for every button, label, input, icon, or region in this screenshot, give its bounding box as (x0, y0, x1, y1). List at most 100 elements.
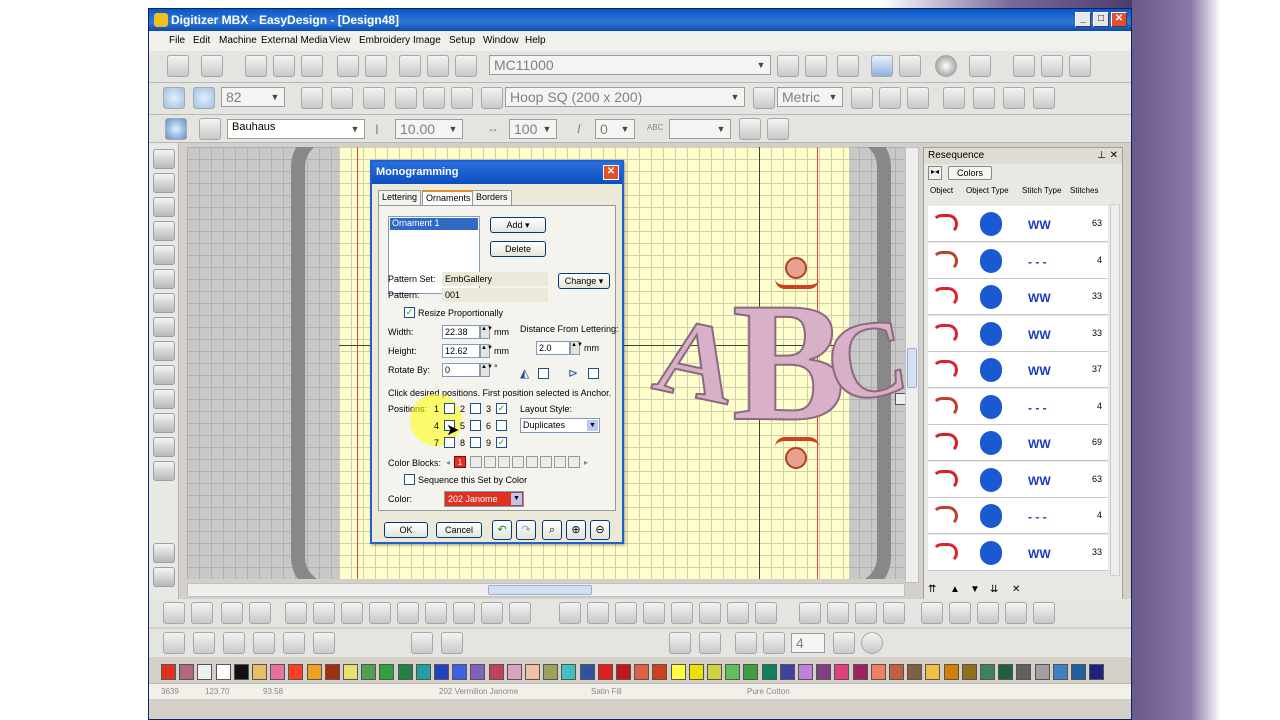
menu-setup[interactable]: Setup (449, 35, 475, 46)
slant-input[interactable]: 0 ▼ (595, 119, 635, 139)
color-block-1[interactable]: 1 (454, 456, 466, 468)
align-tool-4-icon[interactable] (883, 602, 905, 624)
close-icon[interactable]: ✕ (1110, 150, 1118, 161)
move-up-icon[interactable]: ▲ (950, 584, 960, 595)
move-first-icon[interactable]: ⇈ (928, 584, 936, 595)
resequence-row[interactable]: WW 33 (928, 315, 1108, 352)
palette-swatch[interactable] (1034, 664, 1050, 680)
hand-tool-icon[interactable] (163, 602, 185, 624)
tag-icon[interactable] (969, 55, 991, 77)
satin-icon[interactable] (153, 197, 175, 217)
palette-swatch[interactable] (925, 664, 941, 680)
change-button[interactable]: Change ▾ (558, 273, 610, 289)
pin-icon[interactable]: ⊥ (1097, 150, 1106, 161)
color-block-empty[interactable] (470, 456, 482, 468)
shield-icon[interactable] (451, 87, 473, 109)
palette-swatch[interactable] (725, 664, 741, 680)
palette-swatch[interactable] (561, 664, 577, 680)
u-shape-icon[interactable] (397, 602, 419, 624)
palette-swatch[interactable] (798, 664, 813, 680)
palette-swatch[interactable] (779, 664, 795, 680)
link-icon[interactable] (643, 602, 665, 624)
send-icon[interactable] (805, 55, 827, 77)
flower-icon[interactable] (735, 632, 757, 654)
collapse-icon[interactable]: ▸◂ (928, 166, 942, 180)
mirror-horizontal-checkbox[interactable] (538, 368, 549, 379)
palette-swatch[interactable] (470, 664, 486, 680)
circle-rotate-icon[interactable] (671, 602, 693, 624)
check-icon[interactable] (861, 632, 883, 654)
palette-swatch[interactable] (488, 664, 504, 680)
scroll-thumb[interactable] (488, 585, 592, 595)
align-tool-9-icon[interactable] (1033, 602, 1055, 624)
position-checkbox[interactable] (470, 403, 481, 414)
rectangle-icon[interactable] (153, 245, 175, 265)
resequence-row[interactable]: WW 33 (928, 279, 1108, 315)
text-height-input[interactable]: 10.00 ▼ (395, 119, 463, 139)
polygon-icon[interactable] (153, 293, 175, 313)
shape-1-icon[interactable] (163, 632, 185, 654)
layout-style-select[interactable]: Duplicates ▼ (520, 418, 600, 433)
width-stepper[interactable]: ▲▼ (480, 325, 493, 339)
zoom-out-icon[interactable] (193, 87, 215, 109)
eraser-icon[interactable] (153, 543, 175, 563)
scissors-icon[interactable] (727, 602, 749, 624)
align-tool-3-icon[interactable] (855, 602, 877, 624)
palette-swatch[interactable] (1089, 664, 1105, 680)
ring-icon[interactable] (699, 602, 721, 624)
list-icon[interactable] (221, 602, 243, 624)
height-input[interactable]: 12.62 (442, 344, 480, 358)
ornament-list-item[interactable]: Ornament 1 (390, 218, 478, 230)
position-checkbox[interactable] (470, 420, 481, 431)
palette-swatch[interactable] (961, 664, 977, 680)
palette-swatch[interactable] (233, 664, 249, 680)
flip-icon[interactable] (285, 602, 307, 624)
palette-swatch[interactable] (943, 664, 959, 680)
reseq-scrollbar[interactable] (1110, 204, 1120, 576)
align-tool-1-icon[interactable] (799, 602, 821, 624)
align-middle-icon[interactable] (1041, 55, 1063, 77)
menu-edit[interactable]: Edit (193, 35, 210, 46)
align-tool-7-icon[interactable] (977, 602, 999, 624)
palette-swatch[interactable] (306, 664, 322, 680)
menu-external-media[interactable]: External Media (261, 35, 328, 46)
rotate-icon[interactable] (341, 602, 363, 624)
position-checkbox[interactable] (470, 437, 481, 448)
diamond-icon[interactable] (153, 389, 175, 409)
star-icon[interactable] (153, 365, 175, 385)
selection-handle-icon[interactable] (895, 393, 905, 405)
stitch-edit-icon[interactable] (249, 602, 271, 624)
palette-swatch[interactable] (852, 664, 868, 680)
palette-swatch[interactable] (616, 664, 631, 680)
height-stepper[interactable]: ▲▼ (480, 344, 493, 358)
palette-swatch[interactable] (506, 664, 522, 680)
cross-icon[interactable] (509, 602, 531, 624)
new-file-icon[interactable] (245, 55, 267, 77)
resequence-row[interactable]: WW 33 (928, 534, 1108, 571)
ornament-top-icon[interactable] (785, 257, 807, 279)
text-icon[interactable] (199, 118, 221, 140)
color-block-empty[interactable] (512, 456, 524, 468)
palette-swatch[interactable] (597, 664, 613, 680)
palette-swatch[interactable] (634, 664, 650, 680)
settings-icon[interactable] (973, 87, 995, 109)
scroll-thumb[interactable] (907, 348, 917, 388)
color-block-next-icon[interactable]: ▸ (584, 458, 588, 467)
move-down-icon[interactable]: ▼ (970, 584, 980, 595)
palette-swatch[interactable] (525, 664, 540, 680)
palette-swatch[interactable] (543, 664, 559, 680)
menu-view[interactable]: View (329, 35, 351, 46)
align-tool-8-icon[interactable] (1005, 602, 1027, 624)
circle-icon[interactable] (153, 269, 175, 289)
palette-swatch[interactable] (197, 664, 213, 680)
tab-borders[interactable]: Borders (472, 190, 512, 205)
palette-swatch[interactable] (652, 664, 668, 680)
shape-4-icon[interactable] (253, 632, 275, 654)
print-preview-icon[interactable] (365, 55, 387, 77)
measure-icon[interactable] (753, 87, 775, 109)
resize-proportionally-checkbox[interactable]: ✓ (404, 307, 415, 318)
monogram-icon[interactable] (165, 118, 187, 140)
ornament-bottom-icon[interactable] (785, 447, 807, 469)
palette-swatch[interactable] (179, 664, 195, 680)
resequence-row[interactable]: WW 63 (928, 206, 1108, 242)
